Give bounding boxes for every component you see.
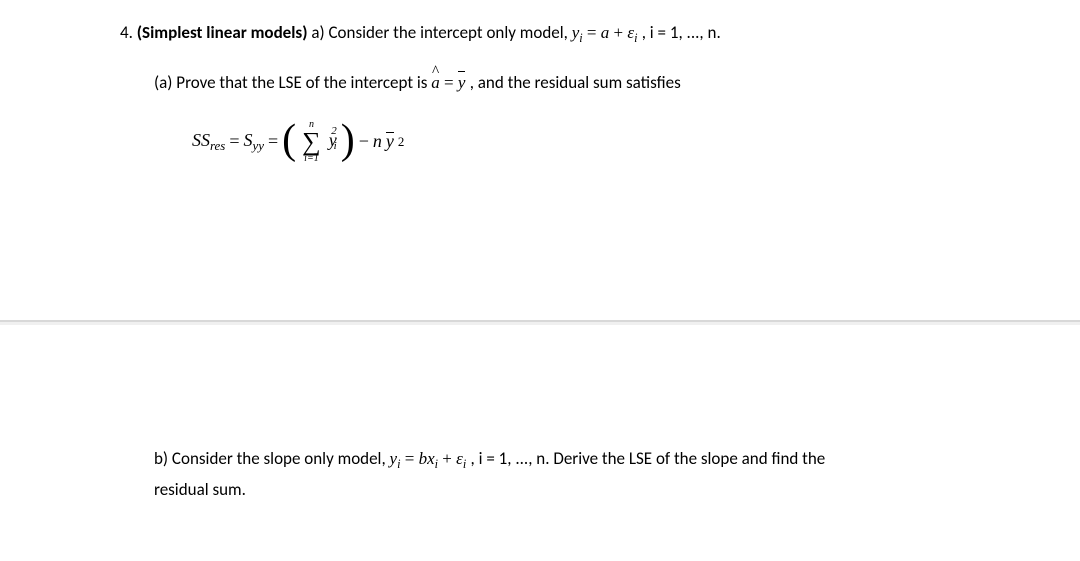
eq-equals2: = (268, 131, 278, 152)
pb-plus: + (438, 449, 456, 468)
intro-text-a: a) Consider the intercept only model, (311, 22, 571, 43)
ss-res-sub: res (210, 138, 225, 153)
a-hat: a (431, 70, 440, 96)
part-a-tail: , and the residual sum satisfies (470, 72, 681, 93)
part-b-mid: , i = 1, ..., n. Derive the LSE of the s… (471, 448, 826, 469)
eq-syy: Syy (244, 130, 265, 155)
page-divider (0, 320, 1080, 325)
yy-sub: yy (253, 138, 265, 153)
y-bar: y (458, 70, 466, 96)
pb-b: b (419, 449, 428, 468)
part-b: b) Consider the slope only model, yi = b… (154, 444, 970, 506)
pb-i1: i (397, 457, 400, 471)
sigma-symbol: ∑ (302, 130, 321, 153)
part-b-label: b) Consider the slope only model, (154, 448, 390, 469)
eq-sub-i1: i (579, 31, 582, 45)
problem-title: (Simplest linear models) (137, 22, 308, 43)
eq-n: n (373, 131, 382, 152)
eq-minus: − (359, 131, 369, 152)
problem-number: 4. (120, 22, 133, 43)
part-a-label: (a) Prove that the LSE of the intercept … (154, 72, 431, 93)
yi-squared: 2 y i (329, 128, 337, 152)
part-a: (a) Prove that the LSE of the intercept … (154, 70, 970, 96)
eq-ss: SSres (192, 130, 225, 155)
pb-y: y (390, 449, 398, 468)
eq-equals1: = (229, 131, 239, 152)
ss-text: SS (192, 130, 210, 150)
eq-sub-i2: i (634, 31, 637, 45)
pb-eq: = (401, 449, 419, 468)
pb-i3: i (463, 457, 466, 471)
a-equals: = (440, 73, 458, 92)
intro-eq: yi = a + εi (572, 23, 642, 42)
eq-ybar: y (386, 131, 394, 152)
eq-plus: + (609, 23, 627, 42)
pb-x: x (427, 449, 435, 468)
eq-sq2: 2 (398, 134, 404, 150)
intro-tail2: , i = 1, ..., n. (642, 22, 721, 43)
pb-i2: i (435, 457, 438, 471)
yi-i: i (334, 143, 337, 150)
eq-a: a (601, 23, 610, 42)
part-b-eq: yi = bxi + εi (390, 449, 471, 468)
sigma-bot: i=1 (304, 154, 319, 164)
pb-eps: ε (456, 449, 463, 468)
part-a-eq: a = y (431, 73, 469, 92)
sigma-group: n ∑ i=1 (302, 120, 321, 163)
eq-equals: = (583, 23, 601, 42)
part-b-line2: residual sum. (154, 479, 246, 500)
problem-intro: 4. (Simplest linear models) a) Consider … (120, 20, 970, 48)
s-text: S (244, 130, 253, 150)
equation-ssres: SSres = Syy = ( n ∑ i=1 2 y i ) − ny2 (192, 120, 970, 163)
